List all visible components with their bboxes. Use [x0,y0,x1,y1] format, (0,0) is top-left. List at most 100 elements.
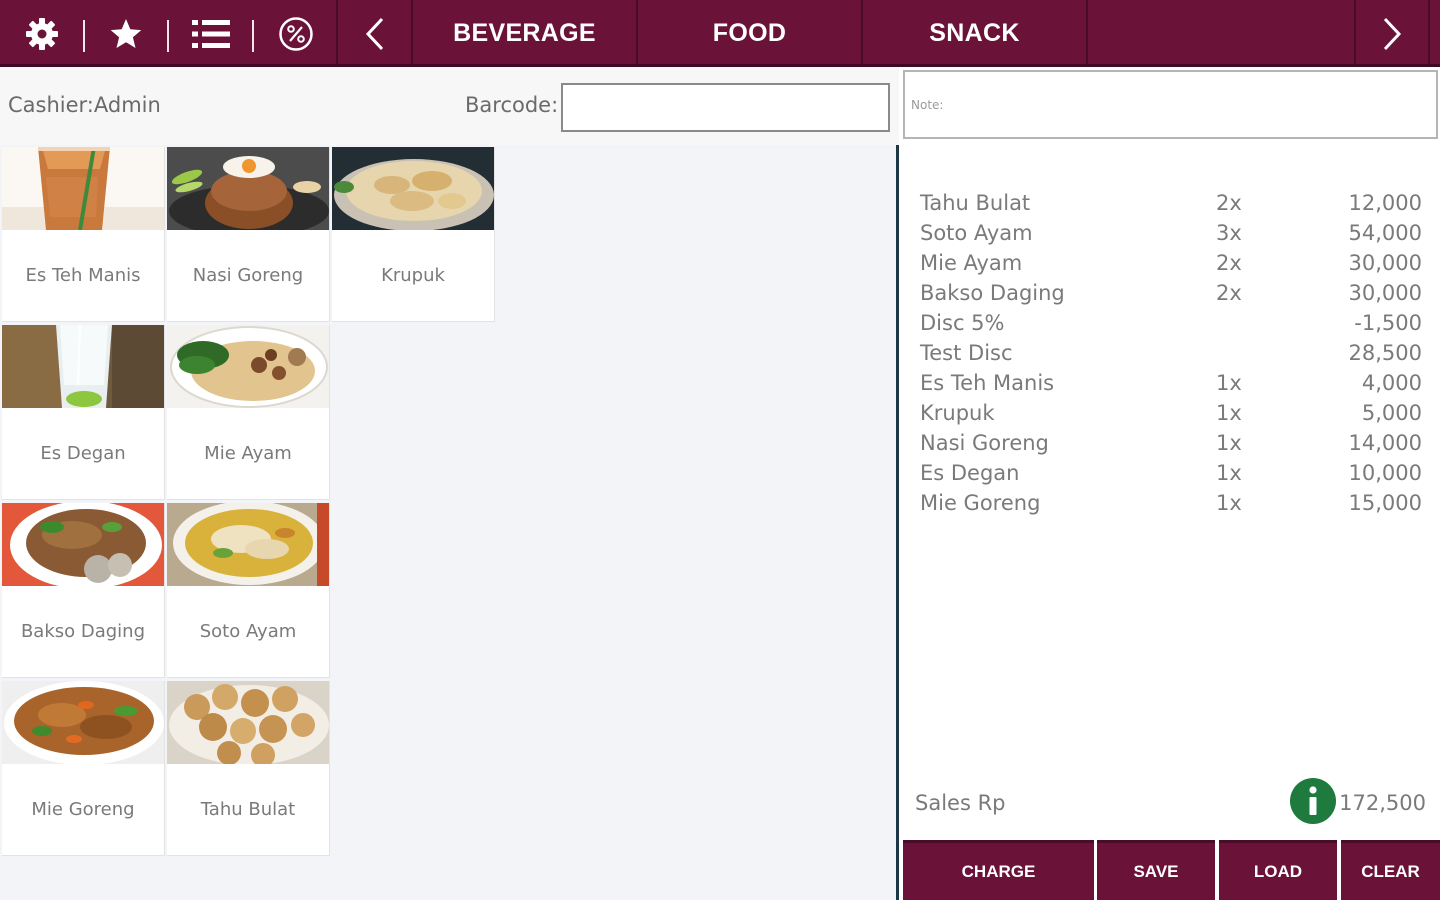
chevron-right-icon [1383,17,1402,50]
order-item-name: Es Teh Manis [920,371,1055,395]
order-item-qty: 1x [1216,491,1242,515]
star-icon [110,18,142,48]
product-name: Bakso Daging [20,621,146,642]
order-item-name: Soto Ayam [920,221,1033,245]
clear-button[interactable]: CLEAR [1341,840,1440,900]
product-tile-mie-goreng[interactable]: Mie Goreng [2,681,165,856]
product-tile-bakso-daging[interactable]: Bakso Daging [2,503,165,678]
order-item-amount: 30,000 [1348,281,1422,305]
order-item-name: Mie Goreng [920,491,1041,515]
order-item-name: Mie Ayam [920,251,1023,275]
order-item-qty: 3x [1216,221,1242,245]
order-row[interactable]: Tahu Bulat 2x 12,000 [920,191,1422,221]
order-item-qty: 2x [1216,251,1242,275]
order-item-amount: 10,000 [1348,461,1422,485]
list-view-button[interactable] [186,0,236,67]
product-name: Krupuk [381,265,445,286]
order-item-qty: 2x [1216,281,1242,305]
toolbar-divider [1428,0,1430,67]
order-item-amount: 15,000 [1348,491,1422,515]
product-tile-mie-ayam[interactable]: Mie Ayam [167,325,330,500]
chicken-soup-image [167,503,329,586]
cashier-label: Cashier:Admin [8,93,161,117]
discount-icon [279,16,313,51]
fried-noodle-image [2,681,164,764]
product-name: Tahu Bulat [200,799,296,820]
crackers-image [332,147,494,230]
product-tile-krupuk[interactable]: Krupuk [332,147,495,322]
tab-snack[interactable]: SNACK [863,0,1086,67]
product-tile-tahu-bulat[interactable]: Tahu Bulat [167,681,330,856]
product-tile-es-teh-manis[interactable]: Es Teh Manis [2,147,165,322]
order-item-name: Es Degan [920,461,1020,485]
order-item-name: Nasi Goreng [920,431,1049,455]
product-tile-nasi-goreng[interactable]: Nasi Goreng [167,147,330,322]
iced-tea-image [2,147,164,230]
order-row[interactable]: Disc 5% -1,500 [920,311,1422,341]
order-list: Tahu Bulat 2x 12,000 Soto Ayam 3x 54,000… [920,191,1422,521]
chicken-noodle-image [167,325,329,408]
chevron-left-icon [365,17,383,50]
fried-rice-image [167,147,329,230]
round-tofu-image [167,681,329,764]
order-item-amount: 30,000 [1348,251,1422,275]
order-row[interactable]: Soto Ayam 3x 54,000 [920,221,1422,251]
product-name: Mie Ayam [204,443,292,464]
tab-food[interactable]: FOOD [638,0,861,67]
category-prev-button[interactable] [338,0,411,67]
order-row[interactable]: Mie Goreng 1x 15,000 [920,491,1422,521]
discount-button[interactable] [272,0,320,67]
product-name: Soto Ayam [199,621,297,642]
toolbar-separator [252,20,254,52]
meatball-soup-image [2,503,164,586]
product-name: Mie Goreng [31,799,135,820]
category-next-button[interactable] [1356,0,1428,67]
order-item-name: Tahu Bulat [920,191,1031,215]
order-item-qty: 1x [1216,401,1242,425]
order-item-amount: 12,000 [1348,191,1422,215]
top-toolbar: BEVERAGE FOOD SNACK [0,0,1440,67]
product-grid: Es Teh Manis Nasi Goreng Krupuk Es Degan… [0,145,898,900]
action-bar: CHARGE SAVE LOAD CLEAR [899,840,1440,900]
tab-beverage[interactable]: BEVERAGE [413,0,636,67]
load-button[interactable]: LOAD [1219,840,1337,900]
order-item-amount: -1,500 [1354,311,1422,335]
order-item-qty: 1x [1216,371,1242,395]
note-placeholder: Note: [911,98,944,112]
order-item-amount: 14,000 [1348,431,1422,455]
product-name: Nasi Goreng [192,265,304,286]
order-row[interactable]: Mie Ayam 2x 30,000 [920,251,1422,281]
order-item-name: Krupuk [920,401,995,425]
barcode-input[interactable] [561,83,890,132]
pos-header: Cashier:Admin Barcode: [0,67,898,145]
order-item-qty: 1x [1216,461,1242,485]
order-row[interactable]: Bakso Daging 2x 30,000 [920,281,1422,311]
save-button[interactable]: SAVE [1097,840,1215,900]
coconut-drink-image [2,325,164,408]
order-item-amount: 28,500 [1348,341,1422,365]
product-name: Es Teh Manis [25,265,141,286]
note-field[interactable]: Note: [903,70,1438,139]
favorites-button[interactable] [102,0,150,67]
list-icon [192,19,230,48]
gear-icon [26,17,58,50]
info-icon[interactable] [1290,778,1336,824]
product-tile-soto-ayam[interactable]: Soto Ayam [167,503,330,678]
barcode-label: Barcode: [465,93,559,117]
sales-total: 172,500 [1339,791,1426,815]
product-tile-es-degan[interactable]: Es Degan [2,325,165,500]
tab-empty[interactable] [1088,0,1354,67]
order-row[interactable]: Test Disc 28,500 [920,341,1422,371]
order-item-name: Test Disc [920,341,1013,365]
order-item-amount: 5,000 [1361,401,1422,425]
order-item-amount: 54,000 [1348,221,1422,245]
charge-button[interactable]: CHARGE [903,840,1094,900]
settings-button[interactable] [18,0,66,67]
order-item-amount: 4,000 [1361,371,1422,395]
order-row[interactable]: Nasi Goreng 1x 14,000 [920,431,1422,461]
order-row[interactable]: Es Degan 1x 10,000 [920,461,1422,491]
order-item-name: Bakso Daging [920,281,1065,305]
order-panel: Note: Tahu Bulat 2x 12,000 Soto Ayam 3x … [899,67,1440,900]
order-row[interactable]: Krupuk 1x 5,000 [920,401,1422,431]
order-row[interactable]: Es Teh Manis 1x 4,000 [920,371,1422,401]
